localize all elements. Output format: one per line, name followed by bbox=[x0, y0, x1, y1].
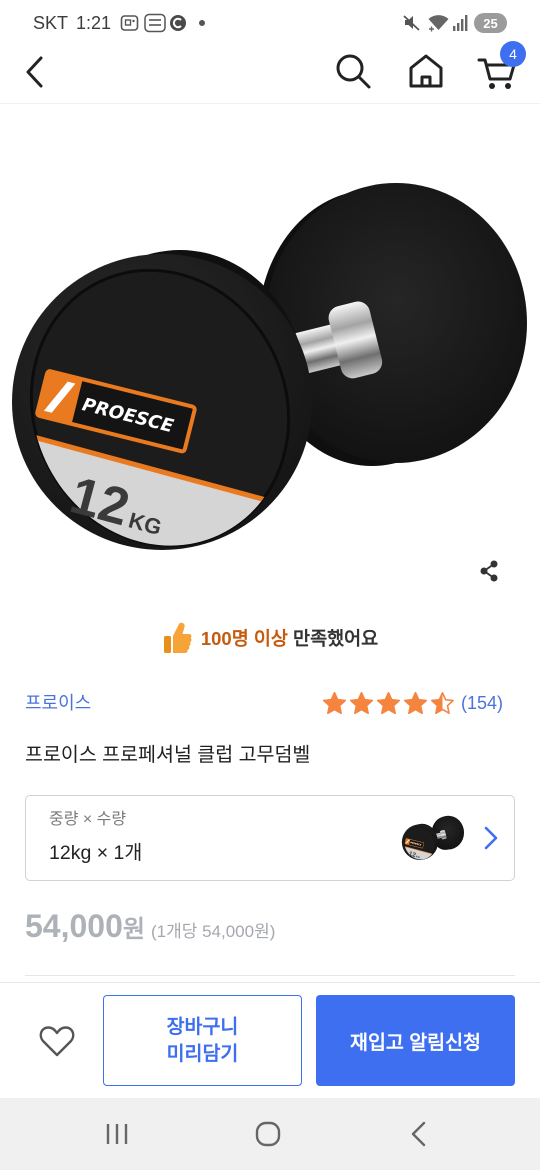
wifi-icon bbox=[427, 13, 450, 32]
recent-apps-icon bbox=[106, 1124, 128, 1144]
status-bar: SKT 1:21 25 bbox=[0, 0, 540, 45]
review-count[interactable]: (154) bbox=[461, 690, 503, 716]
top-nav: 4 bbox=[0, 41, 540, 104]
rating[interactable]: (154) bbox=[322, 690, 503, 716]
rating-star bbox=[322, 691, 347, 716]
home-button-icon bbox=[255, 1121, 281, 1147]
battery-icon: 25 bbox=[474, 13, 507, 33]
satisfaction-banner: 100명 이상 만족했어요 bbox=[0, 620, 540, 656]
search-button[interactable] bbox=[332, 50, 374, 92]
home-button[interactable] bbox=[405, 50, 447, 92]
option-label: 중량 × 수량 bbox=[49, 811, 127, 828]
product-title: 프로이스 프로페셔널 클럽 고무덤벨 bbox=[25, 744, 311, 766]
cart-count-badge: 4 bbox=[500, 41, 526, 67]
back-button-icon bbox=[411, 1121, 426, 1147]
divider bbox=[25, 975, 515, 976]
back-icon bbox=[26, 56, 43, 88]
cart-button-line2: 미리담기 bbox=[166, 1042, 239, 1065]
rating-star bbox=[376, 691, 401, 716]
rating-star bbox=[403, 691, 428, 716]
heart-icon bbox=[39, 1026, 75, 1057]
carrier-label: SKT bbox=[33, 13, 69, 33]
signal-icon bbox=[452, 14, 468, 32]
search-icon bbox=[336, 54, 371, 89]
product-image[interactable]: PROESCE 12 KG bbox=[0, 104, 540, 600]
rating-star bbox=[349, 691, 374, 716]
share-button[interactable] bbox=[474, 556, 504, 586]
add-to-cart-preview-button[interactable]: 장바구니 미리담기 bbox=[103, 995, 302, 1086]
share-icon bbox=[480, 560, 498, 582]
cart-button-line1: 장바구니 bbox=[166, 1015, 239, 1038]
more-dot-icon bbox=[199, 20, 205, 26]
mute-icon bbox=[402, 13, 421, 32]
back-button[interactable] bbox=[16, 51, 52, 93]
brand-link[interactable]: 프로이스 bbox=[25, 690, 91, 716]
option-thumbnail bbox=[401, 810, 465, 866]
wishlist-button[interactable] bbox=[35, 1021, 79, 1061]
bottom-action-bar: 장바구니 미리담기 재입고 알림신청 bbox=[0, 982, 540, 1098]
clock: 1:21 bbox=[76, 13, 112, 33]
option-value: 12kg × 1개 bbox=[49, 842, 143, 864]
satisfaction-text: 만족했어요 bbox=[293, 628, 379, 649]
dumbbell-photo: PROESCE 12 KG bbox=[0, 183, 527, 589]
temu-app-icon bbox=[144, 13, 166, 33]
restock-alert-button[interactable]: 재입고 알림신청 bbox=[316, 995, 515, 1086]
satisfaction-highlight: 100명 이상 bbox=[200, 628, 288, 649]
system-back-button[interactable] bbox=[400, 1116, 440, 1152]
home-icon bbox=[409, 54, 443, 88]
c-app-icon bbox=[169, 14, 187, 32]
recent-apps-button[interactable] bbox=[97, 1116, 137, 1152]
option-selector[interactable]: 중량 × 수량 12kg × 1개 bbox=[25, 795, 515, 881]
gallery-icon bbox=[120, 14, 139, 32]
price-amount: 54,000 bbox=[25, 908, 123, 944]
chevron-right-icon bbox=[480, 823, 502, 853]
price-row: 54,000 원 (1개당 54,000원) bbox=[25, 908, 275, 945]
system-nav-bar bbox=[0, 1098, 540, 1170]
rating-star bbox=[430, 691, 455, 716]
price-currency: 원 bbox=[122, 916, 145, 943]
system-home-button[interactable] bbox=[248, 1116, 288, 1152]
thumbs-up-icon bbox=[162, 621, 192, 655]
unit-price: (1개당 54,000원) bbox=[150, 922, 276, 941]
